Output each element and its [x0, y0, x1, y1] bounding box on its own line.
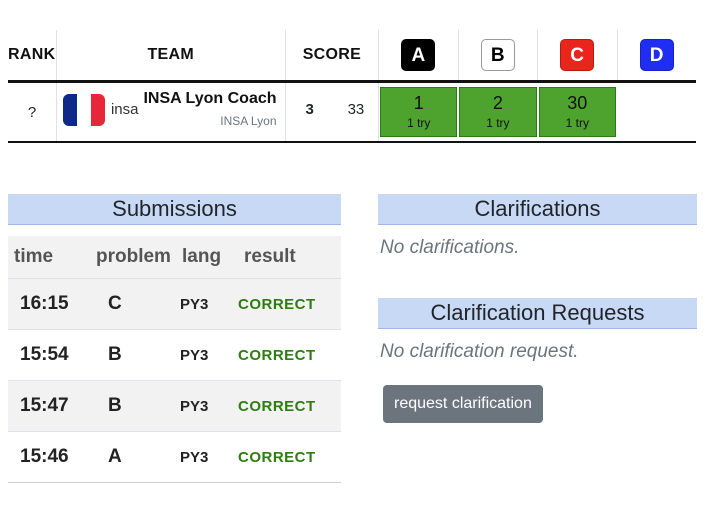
solve-time: 30: [567, 93, 588, 113]
submission-time: 15:46: [8, 431, 90, 483]
column-header-problem: problem: [90, 236, 176, 279]
submission-time: 16:15: [8, 278, 90, 330]
clarifications-title: Clarifications: [378, 194, 697, 225]
scoreboard-table: RANK TEAM SCORE A B C D ? insa INSA Lyon…: [8, 30, 696, 143]
penalty-time: 33: [347, 101, 365, 118]
submission-problem: B: [90, 329, 176, 381]
submission-time: 15:47: [8, 380, 90, 432]
submission-result: CORRECT: [238, 431, 341, 483]
try-count: 1 try: [565, 116, 589, 130]
no-clarifications-text: No clarifications.: [380, 237, 520, 258]
problem-badge-c[interactable]: C: [560, 39, 595, 71]
solve-time: 1: [413, 93, 424, 113]
rank-header[interactable]: RANK: [8, 30, 57, 83]
try-count: 1 try: [407, 116, 431, 130]
submission-row[interactable]: 16:15 C PY3 CORRECT: [8, 278, 341, 330]
submission-language: PY3: [176, 278, 238, 330]
solved-cell: 2 1 try: [459, 87, 537, 137]
problem-header-b[interactable]: B: [457, 30, 538, 83]
try-count: 1 try: [486, 116, 510, 130]
team-row[interactable]: ? insa INSA Lyon Coach INSA Lyon 3 33 1 …: [8, 81, 696, 143]
solved-count: 3: [305, 101, 314, 118]
submission-row[interactable]: 15:47 B PY3 CORRECT: [8, 380, 341, 432]
column-header-result: result: [238, 236, 341, 279]
submission-time: 15:54: [8, 329, 90, 381]
problem-badge-a[interactable]: A: [401, 39, 436, 71]
solved-cell: 30 1 try: [538, 87, 616, 137]
team-affiliation-logo-text: insa: [110, 101, 139, 118]
submission-result: CORRECT: [238, 329, 341, 381]
team-affiliation: INSA Lyon: [220, 114, 277, 128]
submissions-panel: Submissions time problem lang result 16:…: [8, 194, 341, 483]
score-cell: 3 33: [285, 81, 380, 143]
submission-problem: C: [90, 278, 176, 330]
clarifications-panel: Clarifications No clarifications. Clarif…: [378, 194, 697, 423]
submissions-header-row: time problem lang result: [8, 236, 341, 279]
submission-result: CORRECT: [238, 380, 341, 432]
submission-language: PY3: [176, 329, 238, 381]
problem-header-a[interactable]: A: [378, 30, 459, 83]
column-header-lang: lang: [176, 236, 238, 279]
submission-row[interactable]: 15:46 A PY3 CORRECT: [8, 431, 341, 483]
no-clarification-request-text: No clarification request.: [380, 341, 579, 362]
problem-result-c[interactable]: 30 1 try: [537, 81, 617, 143]
submissions-title: Submissions: [8, 194, 341, 225]
problem-header-c[interactable]: C: [537, 30, 617, 83]
problem-header-d[interactable]: D: [616, 30, 696, 83]
submission-problem: B: [90, 380, 176, 432]
submission-language: PY3: [176, 380, 238, 432]
clarification-requests-title: Clarification Requests: [378, 298, 697, 329]
submission-language: PY3: [176, 431, 238, 483]
column-header-time: time: [8, 236, 90, 279]
problem-result-b[interactable]: 2 1 try: [458, 81, 538, 143]
problem-result-a[interactable]: 1 1 try: [378, 81, 459, 143]
problem-badge-d[interactable]: D: [639, 39, 674, 71]
scoreboard-header-row: RANK TEAM SCORE A B C D: [8, 30, 696, 83]
team-cell[interactable]: insa INSA Lyon Coach INSA Lyon: [55, 81, 286, 143]
team-rank: ?: [8, 81, 57, 143]
submissions-table: time problem lang result 16:15 C PY3 COR…: [8, 236, 341, 483]
team-header[interactable]: TEAM: [55, 30, 286, 83]
problem-result-d[interactable]: [617, 81, 696, 143]
solved-cell: 1 1 try: [380, 87, 458, 137]
submission-row[interactable]: 15:54 B PY3 CORRECT: [8, 329, 341, 381]
problem-badge-b[interactable]: B: [480, 39, 515, 71]
team-name[interactable]: INSA Lyon Coach: [143, 90, 276, 108]
score-header[interactable]: SCORE: [284, 30, 379, 83]
solve-time: 2: [492, 93, 503, 113]
submission-result: CORRECT: [238, 278, 341, 330]
request-clarification-button[interactable]: request clarification: [383, 385, 543, 423]
france-flag-icon: [62, 94, 105, 126]
submission-problem: A: [90, 431, 176, 483]
